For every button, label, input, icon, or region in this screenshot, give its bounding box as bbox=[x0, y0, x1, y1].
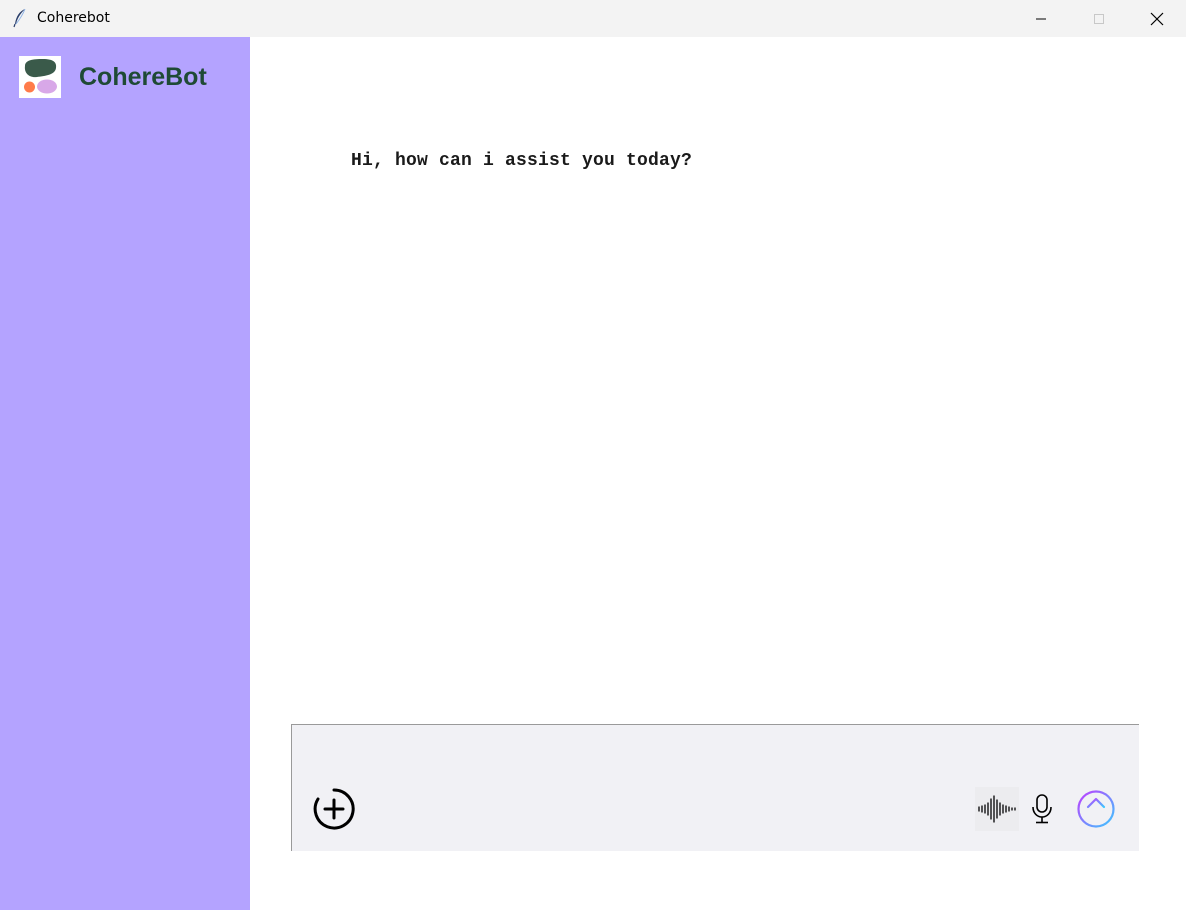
minimize-button[interactable] bbox=[1012, 0, 1070, 37]
message-composer bbox=[291, 724, 1139, 851]
minimize-icon bbox=[1036, 18, 1046, 19]
chat-area: Hi, how can i assist you today? bbox=[250, 37, 1186, 910]
attach-button[interactable] bbox=[312, 787, 356, 831]
window-title-bar: Coherebot bbox=[0, 0, 1186, 37]
brand-logo bbox=[19, 56, 61, 98]
cohere-logo-icon bbox=[24, 59, 57, 94]
voice-mode-button[interactable] bbox=[975, 787, 1019, 831]
send-button[interactable] bbox=[1075, 788, 1117, 830]
close-button[interactable] bbox=[1128, 0, 1186, 37]
sound-wave-icon bbox=[978, 795, 1016, 823]
close-icon bbox=[1150, 12, 1164, 25]
maximize-icon bbox=[1094, 13, 1104, 24]
message-input[interactable] bbox=[300, 731, 1130, 781]
arrow-up-circle-icon bbox=[1077, 790, 1115, 828]
sidebar: CohereBot bbox=[0, 37, 250, 910]
maximize-button[interactable] bbox=[1070, 0, 1128, 37]
feather-icon bbox=[13, 8, 26, 28]
plus-circle-icon bbox=[313, 788, 355, 830]
microphone-icon bbox=[1032, 794, 1052, 824]
brand-title: CohereBot bbox=[79, 63, 207, 91]
bot-greeting-message: Hi, how can i assist you today? bbox=[351, 151, 693, 171]
window-title: Coherebot bbox=[37, 10, 110, 26]
microphone-button[interactable] bbox=[1029, 787, 1055, 831]
